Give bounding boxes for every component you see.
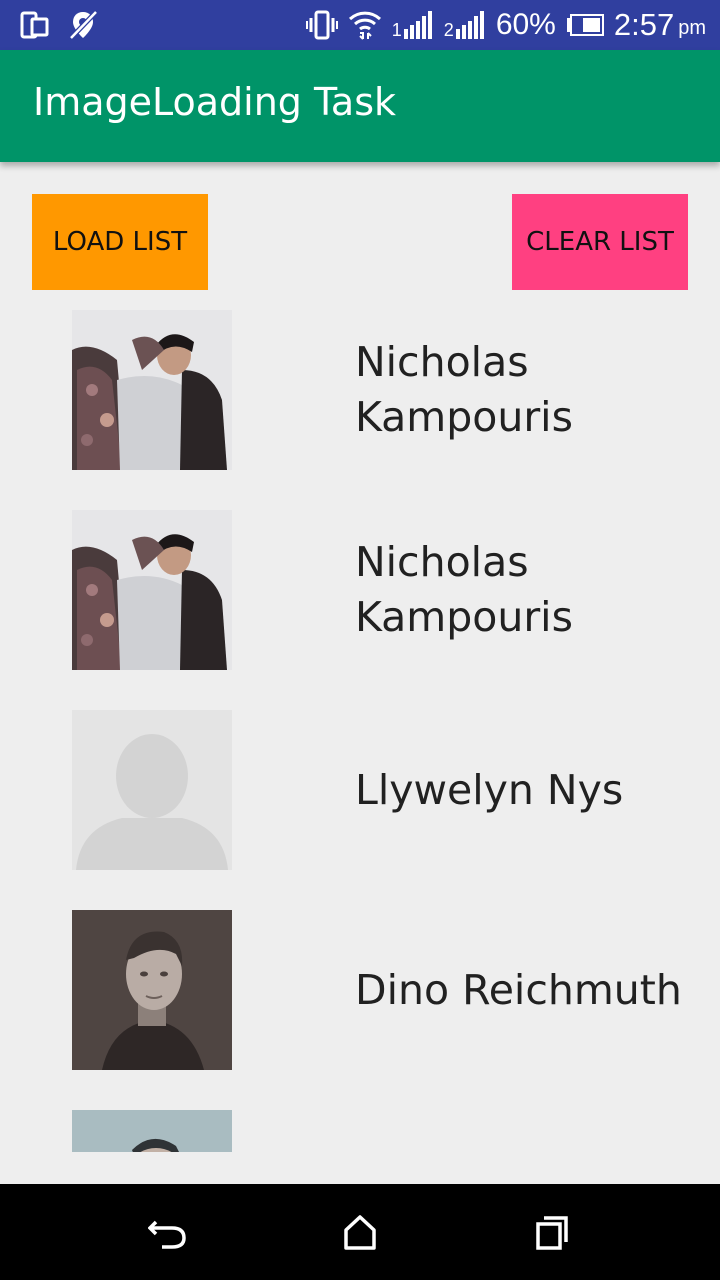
person-photo-partial (72, 1110, 232, 1152)
device-icon (20, 11, 49, 39)
status-bar-left (20, 8, 100, 42)
navigation-bar (0, 1184, 720, 1280)
recents-icon[interactable] (532, 1212, 572, 1252)
signal-sim1-icon: 1 (392, 11, 434, 39)
list-item[interactable]: Nicholas Kampouris (0, 310, 720, 470)
wifi-icon (348, 11, 381, 40)
clock-ampm: pm (678, 16, 706, 39)
back-icon[interactable] (148, 1212, 188, 1252)
sim2-label: 2 (443, 20, 454, 40)
person-name: Llywelyn Nys (355, 765, 624, 814)
status-bar: 1 2 60% 2:57 pm (0, 0, 720, 50)
sim1-label: 1 (391, 20, 402, 40)
person-name: Dino Reichmuth (355, 965, 682, 1014)
clock: 2:57 pm (614, 7, 706, 43)
list-item[interactable]: Nicholas Kampouris (0, 510, 720, 670)
status-bar-right: 1 2 60% 2:57 pm (305, 4, 706, 46)
battery-icon (566, 14, 604, 36)
person-photo-portrait (72, 910, 232, 1070)
person-name (355, 1110, 715, 1152)
home-icon[interactable] (340, 1212, 380, 1252)
battery-percent: 60% (495, 8, 556, 41)
vibrate-icon (305, 10, 338, 40)
clock-time: 2:57 (613, 7, 675, 42)
person-name: Nicholas Kampouris (355, 338, 573, 441)
person-photo-jacket (72, 310, 232, 470)
app-bar: ImageLoading Task (0, 50, 720, 162)
list-item[interactable]: Dino Reichmuth (0, 910, 720, 1070)
load-list-button[interactable]: LOAD LIST (32, 194, 208, 290)
list-item[interactable] (0, 1110, 720, 1152)
person-name: Nicholas Kampouris (355, 538, 573, 641)
person-photo-jacket (72, 510, 232, 670)
placeholder-avatar-icon (72, 710, 232, 870)
app-title: ImageLoading Task (33, 80, 397, 124)
signal-sim2-icon: 2 (444, 11, 486, 39)
people-list[interactable]: Nicholas Kampouris Nicholas Kampouris Ll… (0, 310, 720, 1152)
location-off-icon (69, 10, 98, 40)
clear-list-button[interactable]: CLEAR LIST (512, 194, 688, 290)
list-item[interactable]: Llywelyn Nys (0, 710, 720, 870)
